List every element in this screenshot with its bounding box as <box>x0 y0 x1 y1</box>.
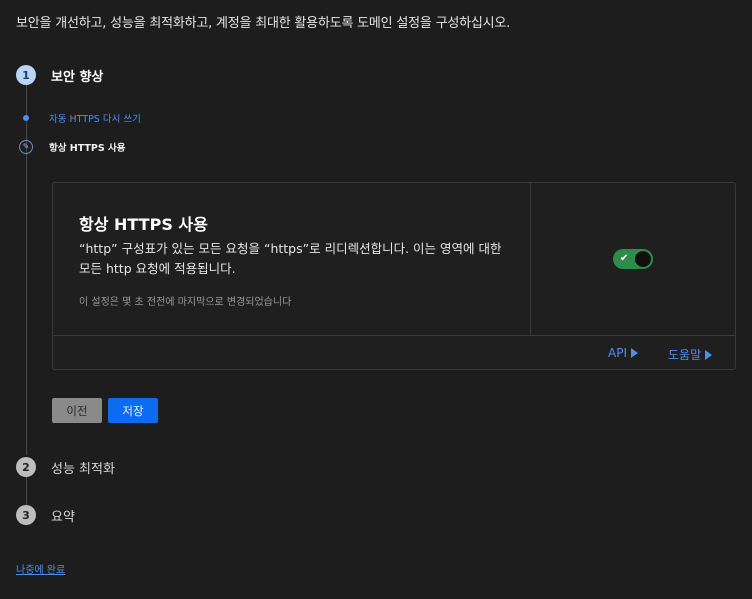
step-number-1: 1 <box>16 65 36 85</box>
step-title-summary: 요약 <box>51 509 75 525</box>
save-button[interactable]: 저장 <box>108 398 158 423</box>
card-content: 항상 HTTPS 사용 “http” 구성표가 있는 모든 요청을 “https… <box>53 183 531 335</box>
step-number-2: 2 <box>16 457 36 477</box>
card-title: 항상 HTTPS 사용 <box>79 215 208 234</box>
intro-text: 보안을 개선하고, 성능을 최적화하고, 계정을 최대한 활용하도록 도메인 설… <box>16 16 511 31</box>
step-security[interactable]: 1 보안 향상 <box>16 65 103 85</box>
step-performance[interactable]: 2 성능 최적화 <box>16 457 115 477</box>
toggle-knob <box>635 251 651 267</box>
check-icon: ✔ <box>620 253 629 264</box>
play-arrow-icon <box>705 349 713 360</box>
setting-card-always-https: 항상 HTTPS 사용 “http” 구성표가 있는 모든 요청을 “https… <box>52 182 736 370</box>
always-https-toggle[interactable]: ✔ <box>613 249 653 269</box>
card-control: ✔ <box>531 183 735 335</box>
step-number-3: 3 <box>16 505 36 525</box>
card-description: “http” 구성표가 있는 모든 요청을 “https”로 리디렉션합니다. … <box>79 241 502 276</box>
substep-label-always-https: 항상 HTTPS 사용 <box>49 143 126 154</box>
substep-dot-icon <box>23 115 29 121</box>
current-step-icon: ✎ <box>19 140 33 154</box>
substep-label-auto-https[interactable]: 자동 HTTPS 다시 쓰기 <box>49 111 141 125</box>
finish-later-link[interactable]: 나중에 완료 <box>16 561 65 576</box>
card-last-changed: 이 설정은 몇 초 전전에 마지막으로 변경되었습니다 <box>79 297 292 308</box>
previous-button[interactable]: 이전 <box>52 398 102 423</box>
step-title-performance: 성능 최적화 <box>51 461 115 477</box>
api-link-label: API <box>608 346 627 360</box>
substep-always-https[interactable]: ✎ 항상 HTTPS 사용 <box>16 140 126 154</box>
step-summary[interactable]: 3 요약 <box>16 505 75 525</box>
play-arrow-icon <box>630 348 638 358</box>
help-link-label: 도움말 <box>668 348 702 362</box>
help-link[interactable]: 도움말 <box>668 346 713 363</box>
stepper-rail-lower <box>26 477 27 505</box>
api-link[interactable]: API <box>608 346 638 360</box>
substep-auto-https-rewrite[interactable]: 자동 HTTPS 다시 쓰기 <box>16 111 141 125</box>
domain-setup-page: 보안을 개선하고, 성능을 최적화하고, 계정을 최대한 활용하도록 도메인 설… <box>0 0 752 599</box>
card-footer: API 도움말 <box>53 335 735 369</box>
step-title-security: 보안 향상 <box>51 69 104 85</box>
